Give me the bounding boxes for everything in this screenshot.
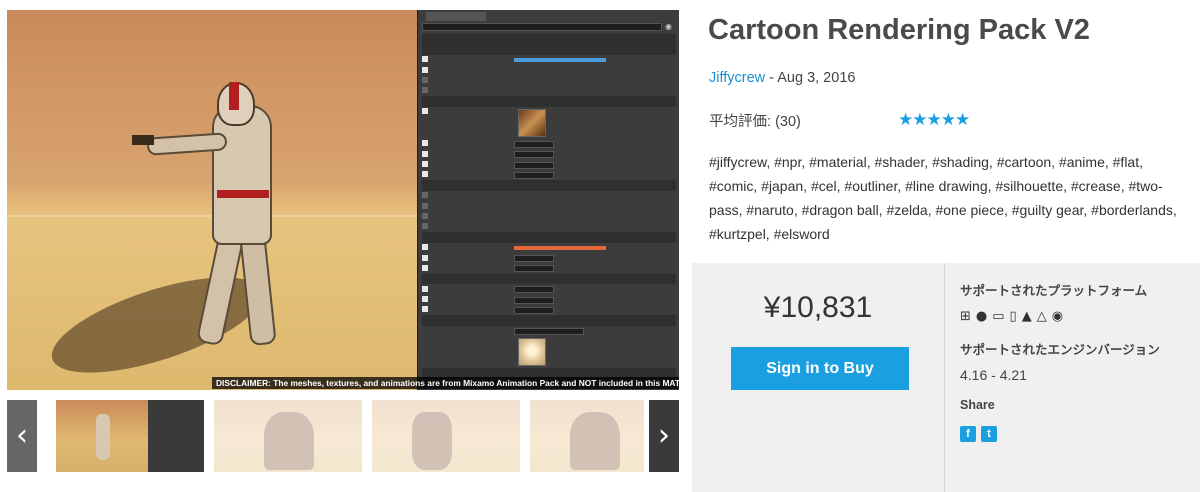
hero-screenshot[interactable]: ◉ DISCLAIMER: The meshes, textures, and … — [7, 10, 679, 390]
apple-icon: ● — [975, 309, 988, 324]
platform-icons: ⊞ ● ▭ ▯ ▲ △ ◉ — [960, 309, 1063, 325]
linux-icon: △ — [1036, 309, 1047, 324]
character-shadow — [41, 257, 273, 390]
vr-icon: ◉ — [1051, 309, 1064, 324]
material-parameter-panel: ◉ — [417, 10, 679, 390]
share-buttons: f t — [960, 426, 997, 442]
product-title: Cartoon Rendering Pack V2 — [708, 14, 1090, 46]
laptop-icon: ▭ — [992, 309, 1005, 324]
phone-icon: ▯ — [1009, 309, 1017, 324]
eye-icon: ◉ — [665, 22, 672, 31]
twitter-icon[interactable]: t — [981, 426, 997, 442]
star-rating: ★★★★★ — [898, 110, 970, 129]
share-label: Share — [960, 398, 995, 412]
byline: Jiffycrew - Aug 3, 2016 — [709, 70, 855, 86]
thumbnail-strip: ‹ › — [7, 400, 679, 472]
rating-label: 平均評価: (30) — [709, 114, 801, 130]
windows-icon: ⊞ — [960, 309, 971, 324]
engine-versions: 4.16 - 4.21 — [960, 367, 1027, 383]
android-icon: ▲ — [1021, 309, 1032, 324]
author-link[interactable]: Jiffycrew — [709, 70, 765, 86]
thumbnail-2[interactable] — [214, 400, 362, 472]
thumbnail-4[interactable] — [530, 400, 644, 472]
media-gallery: ◉ DISCLAIMER: The meshes, textures, and … — [0, 0, 690, 492]
thumbnail-1[interactable] — [56, 400, 204, 472]
tag-list: #jiffycrew, #npr, #material, #shader, #s… — [709, 154, 1177, 242]
sign-in-to-buy-button[interactable]: Sign in to Buy — [731, 347, 909, 390]
next-arrow-button[interactable]: › — [649, 400, 679, 472]
rating-count: (30) — [775, 114, 801, 130]
character-figure — [212, 105, 272, 245]
release-date: Aug 3, 2016 — [777, 70, 856, 86]
viewport-scene — [7, 10, 417, 390]
purchase-box: ¥10,831 Sign in to Buy サポートされたプラットフォーム ⊞… — [692, 263, 1200, 492]
engine-label: サポートされたエンジンバージョン — [960, 343, 1160, 357]
facebook-icon[interactable]: f — [960, 426, 976, 442]
thumbnail-3[interactable] — [372, 400, 520, 472]
byline-separator: - — [765, 70, 778, 86]
panel-search-field — [422, 23, 662, 31]
platforms-label: サポートされたプラットフォーム — [960, 284, 1148, 298]
price: ¥10,831 — [763, 291, 873, 324]
prev-arrow-button[interactable]: ‹ — [7, 400, 37, 472]
disclaimer-caption: DISCLAIMER: The meshes, textures, and an… — [212, 377, 679, 389]
